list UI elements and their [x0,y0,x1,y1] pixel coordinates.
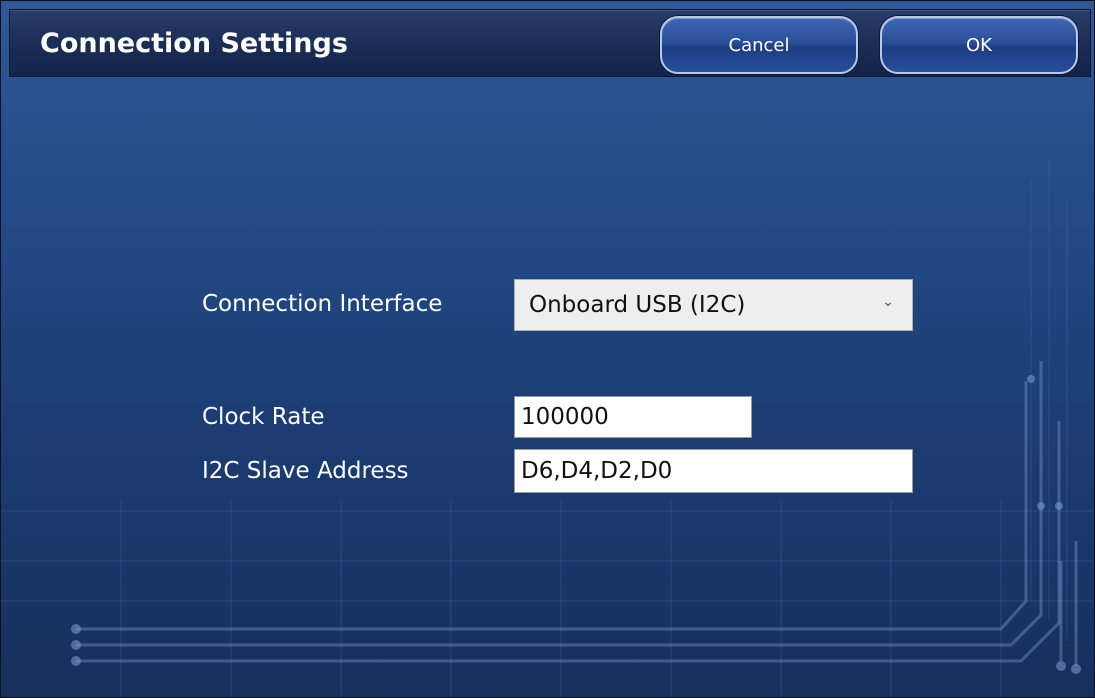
chevron-down-icon[interactable]: ⌄ [882,294,894,310]
slave-address-value: D6,D4,D2,D0 [521,458,673,484]
clock-rate-label: Clock Rate [202,404,325,430]
cancel-button[interactable]: Cancel [660,16,858,74]
connection-interface-label: Connection Interface [202,291,443,317]
slave-address-input[interactable]: D6,D4,D2,D0 [514,449,913,493]
ok-button[interactable]: OK [880,16,1078,74]
connection-interface-value: Onboard USB (I2C) [529,292,746,318]
title-bar: Connection Settings Cancel OK [9,9,1091,77]
clock-rate-input[interactable]: 100000 [514,396,752,438]
window-title: Connection Settings [40,28,348,59]
circuit-background [1,161,1094,697]
connection-settings-window: Connection Settings Cancel OK Connection… [0,0,1095,698]
slave-address-label: I2C Slave Address [202,458,409,484]
connection-interface-select[interactable]: Onboard USB (I2C) ⌄ [514,279,913,331]
clock-rate-value: 100000 [521,404,609,430]
